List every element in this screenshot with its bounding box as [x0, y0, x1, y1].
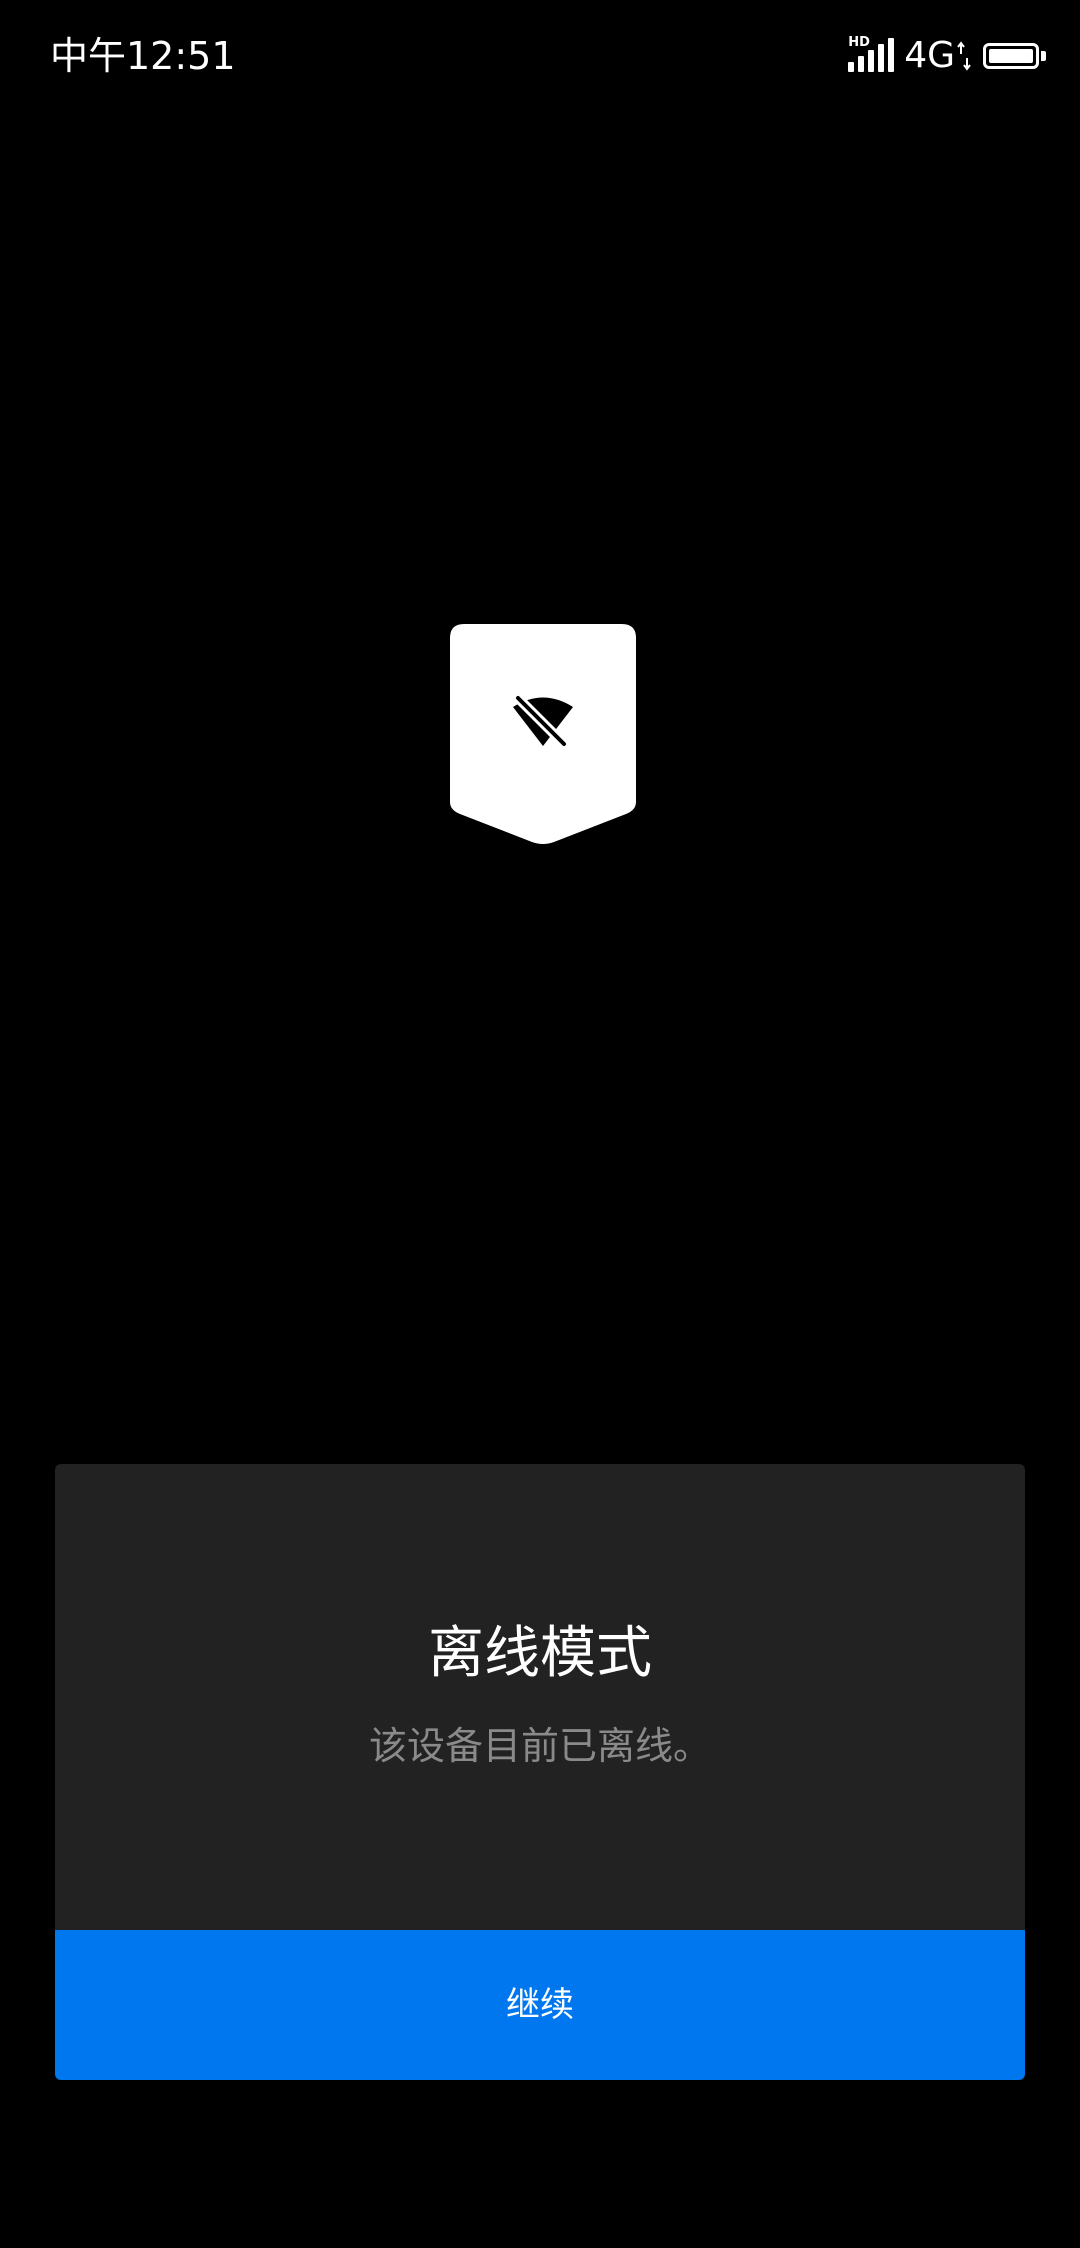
offline-dialog: 离线模式 该设备目前已离线。 [55, 1464, 1025, 1930]
offline-badge [450, 624, 636, 844]
dialog-title: 离线模式 [428, 1621, 652, 1686]
network-arrows-icon [957, 41, 971, 71]
network-type-label: 4G [904, 35, 955, 76]
continue-button[interactable]: 继续 [55, 1930, 1025, 2080]
battery-icon [983, 43, 1039, 69]
status-time: 中午12:51 [50, 34, 236, 78]
signal-icon: HD [848, 36, 896, 76]
shield-icon [450, 624, 636, 844]
offline-screen: 中午12:51 HD 4G 离线模式 该设备目前已离线。 继续 [0, 0, 1080, 2248]
dialog-message: 该设备目前已离线。 [368, 1724, 711, 1768]
hd-label: HD [848, 35, 870, 50]
status-icons: HD 4G [848, 30, 1046, 82]
status-bar: 中午12:51 HD 4G [0, 0, 1080, 110]
battery-tip [1041, 51, 1046, 61]
